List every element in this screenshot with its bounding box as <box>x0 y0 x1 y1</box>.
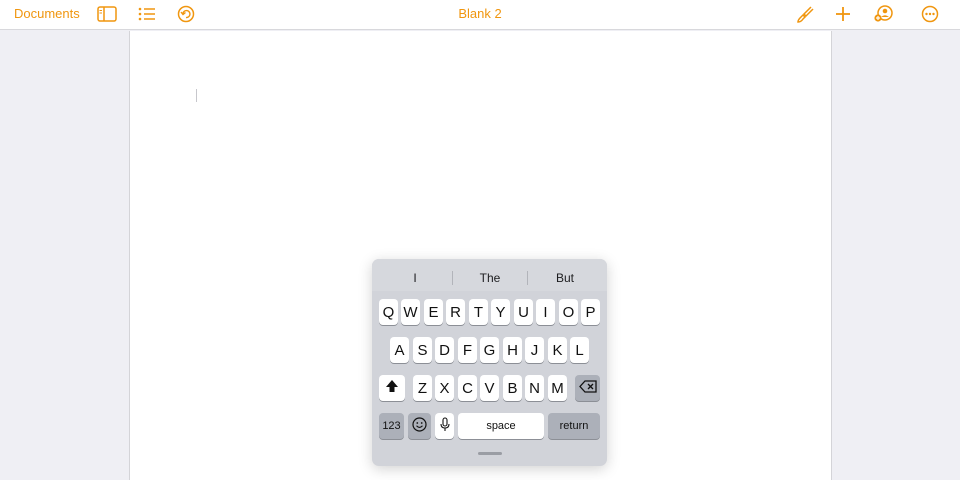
predictive-bar: I The But <box>372 259 607 291</box>
shift-key[interactable] <box>379 375 405 401</box>
prediction-1[interactable]: I <box>376 271 454 287</box>
shift-icon <box>385 379 399 397</box>
key-w[interactable]: W <box>401 299 420 325</box>
key-e[interactable]: E <box>424 299 443 325</box>
space-key[interactable]: space <box>458 413 544 439</box>
key-u[interactable]: U <box>514 299 533 325</box>
undo-icon[interactable] <box>174 3 198 25</box>
key-k[interactable]: K <box>548 337 567 363</box>
key-i[interactable]: I <box>536 299 555 325</box>
numbers-key[interactable]: 123 <box>379 413 404 439</box>
paintbrush-icon[interactable] <box>793 3 817 25</box>
key-q[interactable]: Q <box>379 299 398 325</box>
emoji-icon <box>412 416 427 436</box>
collaborate-icon[interactable] <box>872 3 896 25</box>
prediction-2[interactable]: The <box>451 271 529 287</box>
return-key[interactable]: return <box>548 413 600 439</box>
emoji-key[interactable] <box>408 413 431 439</box>
key-c[interactable]: C <box>458 375 477 401</box>
more-icon[interactable] <box>918 3 942 25</box>
documents-button[interactable]: Documents <box>14 6 80 21</box>
floating-keyboard: I The But Q W E R T Y U I O P A S D F G … <box>372 259 607 466</box>
key-f[interactable]: F <box>458 337 477 363</box>
key-y[interactable]: Y <box>491 299 510 325</box>
key-b[interactable]: B <box>503 375 522 401</box>
key-l[interactable]: L <box>570 337 589 363</box>
key-v[interactable]: V <box>480 375 499 401</box>
plus-icon[interactable] <box>831 3 855 25</box>
key-x[interactable]: X <box>435 375 454 401</box>
keyboard-drag-handle[interactable] <box>478 452 502 455</box>
key-o[interactable]: O <box>559 299 578 325</box>
list-icon[interactable] <box>135 3 159 25</box>
key-h[interactable]: H <box>503 337 522 363</box>
prediction-3[interactable]: But <box>526 271 604 287</box>
key-p[interactable]: P <box>581 299 600 325</box>
key-s[interactable]: S <box>413 337 432 363</box>
dictation-key[interactable] <box>435 413 454 439</box>
text-caret <box>196 89 197 102</box>
key-a[interactable]: A <box>390 337 409 363</box>
toolbar: Documents Blank 2 <box>0 0 960 30</box>
key-g[interactable]: G <box>480 337 499 363</box>
key-m[interactable]: M <box>548 375 567 401</box>
key-r[interactable]: R <box>446 299 465 325</box>
delete-icon <box>578 379 597 397</box>
document-title: Blank 2 <box>458 6 502 21</box>
microphone-icon <box>439 416 450 436</box>
sidebar-icon[interactable] <box>95 3 119 25</box>
key-z[interactable]: Z <box>413 375 432 401</box>
key-n[interactable]: N <box>525 375 544 401</box>
key-d[interactable]: D <box>435 337 454 363</box>
key-j[interactable]: J <box>525 337 544 363</box>
delete-key[interactable] <box>575 375 600 401</box>
key-t[interactable]: T <box>469 299 488 325</box>
